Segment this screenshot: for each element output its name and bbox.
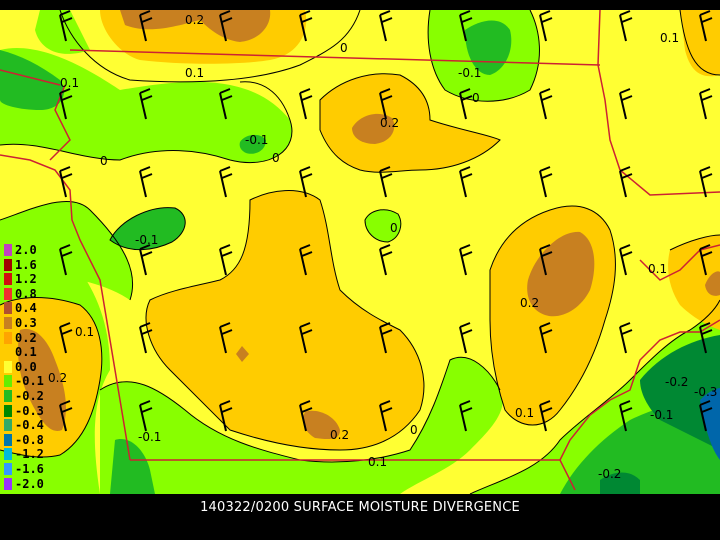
legend-swatch bbox=[4, 331, 12, 344]
legend-swatch bbox=[4, 244, 12, 256]
contour-label: 0.1 bbox=[75, 325, 94, 339]
legend-label: -0.1 bbox=[15, 374, 44, 389]
legend-label: -0.2 bbox=[15, 389, 44, 403]
contour-label: 0.1 bbox=[660, 31, 679, 45]
legend-label: -1.2 bbox=[15, 447, 44, 462]
legend-label: -2.0 bbox=[15, 476, 44, 491]
contour-label: -0.1 bbox=[458, 66, 481, 80]
legend-label: -0.8 bbox=[15, 432, 44, 447]
legend-row: -1.6 bbox=[4, 462, 64, 476]
legend-label: 2.0 bbox=[15, 243, 37, 257]
contour-label: 0.2 bbox=[330, 428, 349, 442]
contour-label: 0 bbox=[272, 151, 280, 165]
legend-row: 0.3 bbox=[4, 316, 64, 330]
legend-swatch bbox=[4, 287, 12, 300]
legend-swatch bbox=[4, 258, 12, 271]
legend-row: 0.1 bbox=[4, 345, 64, 360]
contour-label: 0.1 bbox=[515, 406, 534, 420]
legend-label: 0.0 bbox=[15, 359, 37, 374]
legend-label: 0.4 bbox=[15, 301, 37, 316]
legend-row: 0.4 bbox=[4, 301, 64, 316]
legend-swatch bbox=[4, 404, 12, 417]
legend-label: 0.2 bbox=[15, 330, 37, 345]
legend-swatch bbox=[4, 346, 12, 359]
contour-label: 0.2 bbox=[380, 116, 399, 130]
contour-label: 0.1 bbox=[648, 262, 667, 276]
legend-swatch bbox=[4, 448, 12, 461]
legend-swatch bbox=[4, 317, 12, 329]
legend-swatch bbox=[4, 273, 12, 286]
legend-label: 0.8 bbox=[15, 286, 37, 301]
contour-label: -0.1 bbox=[135, 233, 158, 247]
contour-label: 0 bbox=[100, 154, 108, 168]
contour-label: 0 bbox=[340, 41, 348, 55]
contour-label: 0.1 bbox=[368, 455, 387, 469]
contour-label: -0.2 bbox=[598, 467, 621, 481]
legend-row: -0.3 bbox=[4, 403, 64, 418]
legend-label: 1.2 bbox=[15, 272, 37, 287]
legend-row: -0.8 bbox=[4, 432, 64, 447]
legend-label: 0.3 bbox=[15, 316, 37, 330]
legend-swatch bbox=[4, 419, 12, 432]
contour-label: 0 bbox=[410, 423, 418, 437]
contour-label: 0.1 bbox=[60, 76, 79, 90]
contour-label: 0.2 bbox=[185, 13, 204, 27]
legend-label: 0.1 bbox=[15, 345, 37, 360]
legend-label: -0.3 bbox=[15, 403, 44, 418]
legend-row: 1.2 bbox=[4, 272, 64, 287]
legend-row: 1.6 bbox=[4, 257, 64, 272]
legend-row: 0.2 bbox=[4, 330, 64, 345]
contour-label: 0.1 bbox=[185, 66, 204, 80]
legend-row: 0.8 bbox=[4, 286, 64, 301]
legend-label: -0.4 bbox=[15, 418, 44, 433]
legend-swatch bbox=[4, 360, 12, 373]
contour-label: 0 bbox=[390, 221, 398, 235]
contour-label: -0.1 bbox=[245, 133, 268, 147]
legend-swatch bbox=[4, 463, 12, 475]
contour-label: 0.2 bbox=[520, 296, 539, 310]
legend-row: -0.4 bbox=[4, 418, 64, 433]
contour-label: -0.3 bbox=[694, 385, 717, 399]
legend-row: -0.1 bbox=[4, 374, 64, 389]
contour-label: -0.1 bbox=[650, 408, 673, 422]
map-frame: 0.2 0.1 0 0.1 -0.1 0 0.2 0.1 -0.1 0 0 -0… bbox=[0, 0, 720, 540]
contour-label: -0.2 bbox=[665, 375, 688, 389]
contour-label: 0 bbox=[472, 91, 480, 105]
moisture-divergence-map: 0.2 0.1 0 0.1 -0.1 0 0.2 0.1 -0.1 0 0 -0… bbox=[0, 10, 720, 494]
legend-swatch bbox=[4, 302, 12, 315]
legend-label: 1.6 bbox=[15, 257, 37, 272]
legend-row: -1.2 bbox=[4, 447, 64, 462]
map-caption: 140322/0200 SURFACE MOISTURE DIVERGENCE bbox=[200, 500, 520, 515]
legend-swatch bbox=[4, 477, 12, 490]
legend-row: -2.0 bbox=[4, 476, 64, 491]
legend-swatch bbox=[4, 433, 12, 446]
legend-swatch bbox=[4, 390, 12, 402]
legend-row: 2.0 bbox=[4, 243, 64, 257]
color-legend: 2.0 1.6 1.2 0.8 0.4 0.3 0.2 0.1 0.0 -0.1 -0.2 -0.3-… bbox=[4, 243, 64, 514]
legend-label: -1.6 bbox=[15, 462, 44, 476]
legend-row: -0.2 bbox=[4, 389, 64, 403]
contour-label: -0.1 bbox=[138, 430, 161, 444]
legend-row: 0.0 bbox=[4, 359, 64, 374]
legend-swatch bbox=[4, 375, 12, 388]
